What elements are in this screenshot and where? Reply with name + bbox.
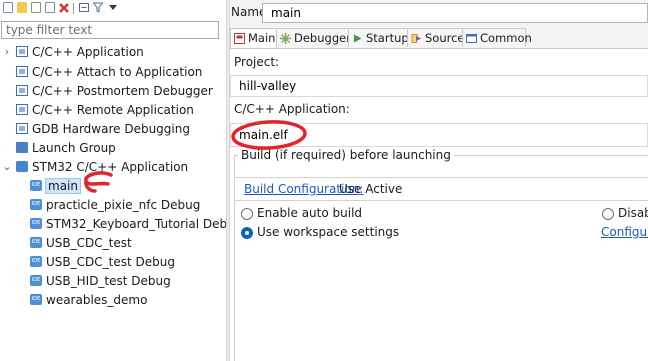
enable-auto-build-radio[interactable] xyxy=(241,208,253,220)
export-icon[interactable] xyxy=(31,2,41,13)
source-tab-icon xyxy=(411,34,421,43)
tree-item-usb-cdc-test[interactable]: USB_CDC_test xyxy=(30,234,132,252)
duplicate-icon[interactable] xyxy=(17,2,27,13)
launch-type-icon xyxy=(16,66,28,77)
tree-item-usb-cdc-test-debug[interactable]: USB_CDC_test Debug xyxy=(30,253,175,271)
ide-icon xyxy=(30,275,42,286)
application-label: C/C++ Application: xyxy=(234,102,350,116)
build-configuration-value: Use Active xyxy=(339,182,403,196)
tree-item-stm32-keyboard[interactable]: STM32_Keyboard_Tutorial Debug xyxy=(30,215,242,233)
project-input[interactable] xyxy=(230,75,648,97)
new-config-icon[interactable] xyxy=(3,2,13,13)
disable-auto-build-label[interactable]: Disab xyxy=(618,206,648,220)
ide-icon xyxy=(30,237,42,248)
main-tab-icon xyxy=(234,33,245,44)
launch-config-tree: › C/C++ Application C/C++ Attach to Appl… xyxy=(0,42,242,361)
view-menu-icon[interactable] xyxy=(108,2,118,13)
build-group-label: Build (if required) before launching xyxy=(238,148,454,162)
ide-icon xyxy=(30,180,42,191)
ide-icon xyxy=(30,294,42,305)
tree-item-gdb-hardware[interactable]: GDB Hardware Debugging xyxy=(16,120,190,138)
tab-startup[interactable]: Startup xyxy=(348,28,409,47)
import-icon[interactable] xyxy=(45,2,55,13)
tree-item-cpp-postmortem[interactable]: C/C++ Postmortem Debugger xyxy=(16,82,213,100)
enable-auto-build-label[interactable]: Enable auto build xyxy=(257,206,362,220)
configure-workspace-link[interactable]: Configure xyxy=(601,225,648,239)
chevron-right-icon[interactable]: › xyxy=(2,43,12,61)
launch-group-icon xyxy=(16,142,28,153)
launch-type-icon xyxy=(16,123,28,134)
tree-item-cpp-application[interactable]: › C/C++ Application xyxy=(5,43,144,61)
stm32-icon xyxy=(16,161,28,172)
filter-icon[interactable] xyxy=(92,2,104,13)
tree-item-wearables-demo[interactable]: wearables_demo xyxy=(30,291,147,309)
tab-common[interactable]: Common xyxy=(462,28,532,47)
tree-item-stm32-application[interactable]: ⌄ STM32 C/C++ Application xyxy=(2,158,188,176)
delete-icon[interactable] xyxy=(59,2,69,13)
collapse-all-icon[interactable] xyxy=(79,2,89,13)
launch-type-icon xyxy=(16,46,28,57)
ide-icon xyxy=(30,256,42,267)
tree-item-launch-group[interactable]: Launch Group xyxy=(16,139,116,157)
ide-icon xyxy=(30,199,42,210)
tab-source[interactable]: Source xyxy=(407,28,465,47)
launch-type-icon xyxy=(16,104,28,115)
launch-type-icon xyxy=(16,85,28,96)
config-tabs: Main Debugger Startup Source Common xyxy=(230,28,648,49)
tree-item-main[interactable]: main xyxy=(30,177,81,195)
tree-item-cpp-remote[interactable]: C/C++ Remote Application xyxy=(16,101,194,119)
tree-item-practicle-pixie[interactable]: practicle_pixie_nfc Debug xyxy=(30,196,200,214)
toolbar-separator xyxy=(73,3,74,14)
use-workspace-settings-label[interactable]: Use workspace settings xyxy=(257,225,399,239)
debugger-tab-icon xyxy=(280,33,291,44)
application-input[interactable] xyxy=(230,123,648,147)
tree-item-cpp-attach[interactable]: C/C++ Attach to Application xyxy=(16,63,202,81)
disable-auto-build-radio[interactable] xyxy=(602,208,614,220)
use-workspace-settings-radio[interactable] xyxy=(241,227,253,239)
tree-item-usb-hid-test-debug[interactable]: USB_HID_test Debug xyxy=(30,272,171,290)
common-tab-icon xyxy=(466,34,477,43)
tab-debugger[interactable]: Debugger xyxy=(276,28,351,47)
filter-input[interactable] xyxy=(1,21,219,39)
main-tab-content: Project: C/C++ Application: Build (if re… xyxy=(230,49,648,361)
launch-config-tree-panel: › C/C++ Application C/C++ Attach to Appl… xyxy=(0,0,242,361)
project-label: Project: xyxy=(234,55,280,69)
chevron-down-icon[interactable]: ⌄ xyxy=(2,158,12,176)
ide-icon xyxy=(30,218,42,229)
tab-main[interactable]: Main xyxy=(230,28,277,48)
startup-tab-icon xyxy=(354,34,362,43)
tree-toolbar xyxy=(0,0,226,20)
build-config-row: Build Configuration: Use Active xyxy=(234,177,648,201)
name-input[interactable] xyxy=(262,3,648,23)
launch-config-editor: Name: Main Debugger Startup Source Commo… xyxy=(230,0,648,361)
